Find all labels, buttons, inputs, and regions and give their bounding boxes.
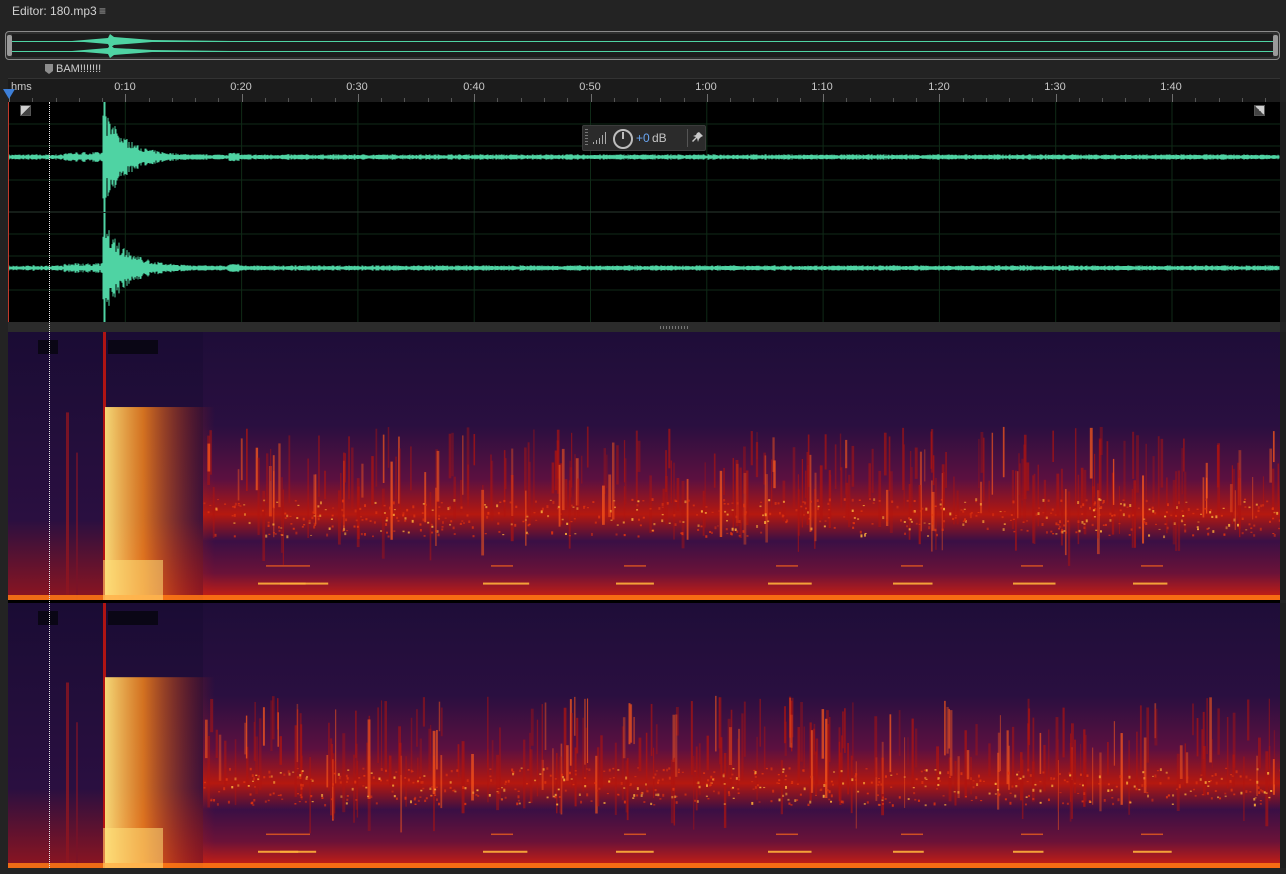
marker-flag-icon[interactable] (45, 64, 53, 74)
view-divider[interactable] (8, 322, 1280, 332)
ruler-tick-label: 1:40 (1160, 81, 1182, 93)
volume-unit-label: dB (652, 131, 667, 145)
overview-transient (72, 34, 232, 58)
overview-left-handle[interactable] (7, 35, 12, 56)
ruler-tick (125, 94, 126, 102)
level-meter-icon (593, 132, 606, 144)
marker-line (49, 102, 50, 868)
pin-icon[interactable] (692, 131, 704, 146)
spectrogram-canvas (8, 603, 1280, 868)
playhead-marker[interactable] (3, 89, 15, 99)
ruler-tick (1172, 94, 1173, 102)
spectrogram-canvas (8, 332, 1280, 600)
volume-gain-value[interactable]: +0 (636, 131, 650, 145)
marker-label[interactable]: BAM!!!!!!! (56, 63, 101, 75)
time-ruler[interactable] (8, 78, 1280, 102)
ruler-tick-label: 0:30 (346, 81, 368, 93)
ruler-tick-label: 0:40 (463, 81, 485, 93)
fade-in-handle[interactable] (20, 105, 31, 116)
editor-panel-header (0, 0, 1286, 22)
ruler-tick (591, 94, 592, 102)
ruler-tick (474, 94, 475, 102)
editor-title: Editor: 180.mp3 (12, 4, 97, 18)
ruler-tick-label: 1:20 (928, 81, 950, 93)
overview-right-handle[interactable] (1273, 35, 1278, 56)
ruler-tick (242, 94, 243, 102)
waveform-amplitude-ruler[interactable] (1280, 102, 1286, 322)
ruler-tick-label: 0:50 (579, 81, 601, 93)
ruler-tick (823, 94, 824, 102)
ruler-tick (939, 94, 940, 102)
panel-menu-icon[interactable]: ≡ (99, 4, 106, 18)
ruler-tick (707, 94, 708, 102)
hud-drag-grip[interactable] (585, 129, 588, 147)
ruler-tick-label: 1:00 (695, 81, 717, 93)
ruler-tick-label: 1:10 (811, 81, 833, 93)
playhead-line (8, 102, 9, 322)
hud-separator (687, 129, 688, 147)
spectral-display-left-channel[interactable] (8, 332, 1280, 600)
waveform-channel (8, 102, 1280, 212)
divider-grip[interactable] (660, 326, 690, 329)
overview-navigator[interactable] (5, 31, 1280, 60)
frequency-ruler-right[interactable] (1280, 603, 1286, 868)
ruler-tick-label: 0:10 (114, 81, 136, 93)
ruler-tick-label: 0:20 (230, 81, 252, 93)
ruler-tick (1056, 94, 1057, 102)
waveform-channel (8, 213, 1280, 322)
volume-hud: +0 dB (582, 125, 706, 151)
overview-waveform (12, 34, 1273, 58)
fade-out-handle[interactable] (1254, 105, 1265, 116)
frequency-ruler-left[interactable] (1280, 332, 1286, 600)
volume-knob[interactable] (613, 129, 633, 149)
panel-bottom-edge (0, 868, 1286, 874)
ruler-tick (358, 94, 359, 102)
ruler-tick-label: 1:30 (1044, 81, 1066, 93)
spectral-display-right-channel[interactable] (8, 603, 1280, 868)
